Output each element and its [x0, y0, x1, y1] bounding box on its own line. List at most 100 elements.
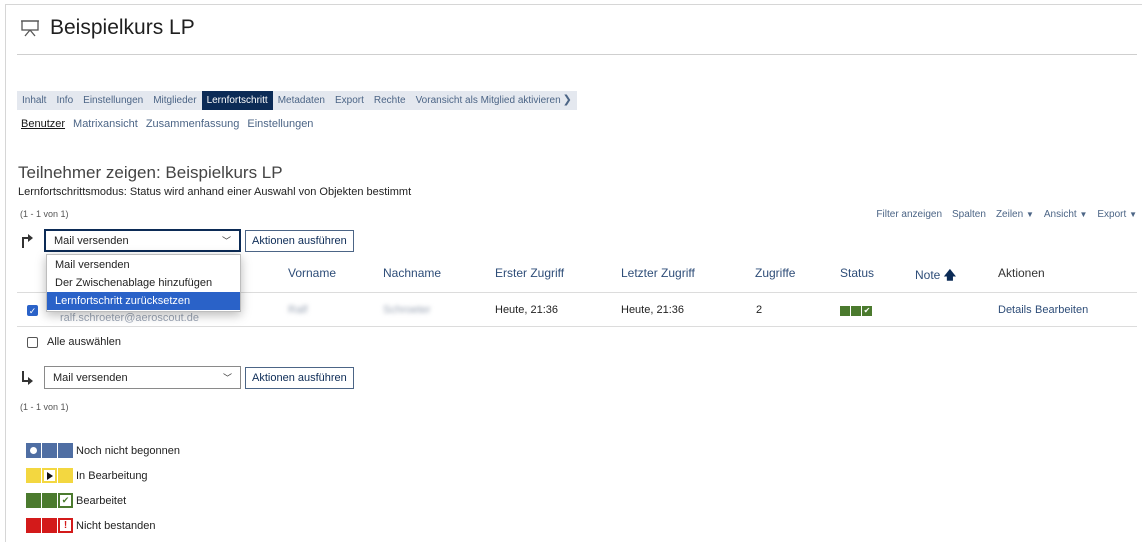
- section-subtitle: Lernfortschrittsmodus: Status wird anhan…: [18, 186, 412, 198]
- main-tabs: Inhalt Info Einstellungen Mitglieder Ler…: [17, 91, 577, 110]
- tab-export[interactable]: Export: [330, 91, 369, 110]
- execute-actions-button-top[interactable]: Aktionen ausführen: [245, 229, 354, 252]
- option-lernfortschritt-zuruecksetzen[interactable]: Lernfortschritt zurücksetzen: [47, 292, 240, 310]
- legend-square: [26, 493, 41, 508]
- action-dropdown-list: Mail versenden Der Zwischenablage hinzuf…: [46, 254, 241, 312]
- status-square: [840, 306, 850, 316]
- tab-mitglieder[interactable]: Mitglieder: [148, 91, 201, 110]
- export-menu-label: Export: [1097, 209, 1127, 220]
- presentation-board-icon: [21, 20, 39, 37]
- circle-icon: [30, 447, 37, 454]
- caret-down-icon: ▼: [1079, 210, 1088, 219]
- column-note[interactable]: Note 🡅: [915, 266, 956, 287]
- play-icon: [46, 471, 53, 480]
- tab-info[interactable]: Info: [51, 91, 78, 110]
- action-select-bottom[interactable]: Mail versenden ﹀: [44, 366, 241, 389]
- column-status[interactable]: Status: [840, 266, 874, 280]
- action-select-top[interactable]: Mail versenden ﹀: [44, 229, 241, 252]
- chevron-right-icon: ❯: [562, 94, 572, 106]
- columns-menu[interactable]: Spalten: [952, 209, 986, 220]
- legend-inner: [44, 470, 55, 481]
- filter-toggle[interactable]: Filter anzeigen: [876, 209, 942, 220]
- action-row-top: Mail versenden ﹀ Aktionen ausführen: [20, 229, 354, 252]
- select-all-checkbox[interactable]: [27, 337, 38, 348]
- row-vorname: Ralf: [288, 304, 308, 316]
- table-toolbar: Filter anzeigen Spalten Zeilen ▼ Ansicht…: [876, 209, 1137, 220]
- legend-square: [42, 493, 57, 508]
- tab-lernfortschritt[interactable]: Lernfortschritt: [201, 91, 273, 110]
- chevron-down-icon: ﹀: [221, 236, 231, 246]
- tab-metadaten[interactable]: Metadaten: [273, 91, 330, 110]
- row-edit-link[interactable]: Bearbeiten: [1035, 304, 1088, 316]
- legend-nicht-bestanden: ! Nicht bestanden: [26, 518, 156, 533]
- row-status-bearbeitet: ✔: [840, 306, 872, 316]
- column-nachname[interactable]: Nachname: [383, 266, 441, 280]
- legend-label: Bearbeitet: [76, 494, 127, 507]
- row-letzter-zugriff: Heute, 21:36: [621, 304, 684, 316]
- view-menu-label: Ansicht: [1043, 209, 1077, 220]
- export-menu[interactable]: Export ▼: [1097, 209, 1137, 220]
- rows-menu-label: Zeilen: [995, 209, 1024, 220]
- legend-bearbeitet: ✔ Bearbeitet: [26, 493, 126, 508]
- subtab-einstellungen[interactable]: Einstellungen: [247, 118, 313, 130]
- arrow-up-icon: 🡅: [943, 268, 957, 282]
- arrow-turn-up-right-icon: [22, 233, 33, 248]
- row-login: ralf.schroeter@aeroscout.de: [60, 312, 199, 324]
- column-aktionen: Aktionen: [998, 266, 1045, 280]
- legend-square: [58, 443, 73, 458]
- caret-down-icon: ▼: [1129, 210, 1137, 219]
- check-icon: ✔: [60, 495, 71, 506]
- column-vorname[interactable]: Vorname: [288, 266, 336, 280]
- range-indicator-bottom: (1 - 1 von 1): [20, 402, 69, 412]
- subtab-benutzer[interactable]: Benutzer: [21, 118, 65, 130]
- column-zugriffe[interactable]: Zugriffe: [755, 266, 795, 280]
- view-menu[interactable]: Ansicht ▼: [1044, 209, 1088, 220]
- sub-tabs: Benutzer Matrixansicht Zusammenfassung E…: [21, 118, 313, 130]
- row-erster-zugriff: Heute, 21:36: [495, 304, 558, 316]
- subtab-matrixansicht[interactable]: Matrixansicht: [73, 118, 138, 130]
- check-icon: ✔: [862, 306, 872, 316]
- legend-square: [42, 468, 57, 483]
- header-divider: [17, 54, 1137, 55]
- page-title: Beispielkurs LP: [50, 16, 195, 39]
- subtab-zusammenfassung[interactable]: Zusammenfassung: [146, 118, 240, 130]
- action-row-bottom: Mail versenden ﹀ Aktionen ausführen: [20, 366, 354, 389]
- action-select-top-value: Mail versenden: [54, 234, 129, 247]
- tab-voransicht[interactable]: Voransicht als Mitglied aktivieren ❯: [411, 91, 577, 110]
- caret-down-icon: ▼: [1025, 210, 1034, 219]
- column-letzter-zugriff[interactable]: Letzter Zugriff: [621, 266, 695, 280]
- legend-noch-nicht-begonnen: Noch nicht begonnen: [26, 443, 180, 458]
- exclamation-icon: !: [60, 520, 71, 531]
- execute-actions-button-bottom[interactable]: Aktionen ausführen: [245, 366, 354, 389]
- legend-square: [26, 518, 41, 533]
- tab-voransicht-label: Voransicht als Mitglied aktivieren: [415, 95, 561, 106]
- legend-label: In Bearbeitung: [76, 469, 148, 482]
- action-select-bottom-value: Mail versenden: [53, 371, 128, 384]
- option-zwischenablage[interactable]: Der Zwischenablage hinzufügen: [47, 274, 240, 292]
- option-mail-versenden[interactable]: Mail versenden: [47, 256, 240, 274]
- row-nachname: Schroeter: [383, 304, 431, 316]
- select-all-label: Alle auswählen: [47, 336, 121, 348]
- legend-square: ✔: [58, 493, 73, 508]
- chevron-down-icon: ﹀: [222, 373, 232, 383]
- legend-square: !: [58, 518, 73, 533]
- tab-rechte[interactable]: Rechte: [369, 91, 411, 110]
- column-note-label: Note: [915, 268, 941, 282]
- page-header: Beispielkurs LP: [20, 16, 195, 40]
- row-zugriffe: 2: [756, 304, 763, 316]
- column-erster-zugriff[interactable]: Erster Zugriff: [495, 266, 564, 280]
- tab-inhalt[interactable]: Inhalt: [17, 91, 51, 110]
- legend-square: [26, 468, 41, 483]
- legend-square: [26, 443, 41, 458]
- row-divider-bottom: [17, 326, 1137, 327]
- range-indicator-top: (1 - 1 von 1): [20, 209, 69, 219]
- tab-einstellungen[interactable]: Einstellungen: [78, 91, 148, 110]
- legend-square: [42, 518, 57, 533]
- frame-top-border: [5, 4, 1142, 5]
- legend-in-bearbeitung: In Bearbeitung: [26, 468, 148, 483]
- row-details-link[interactable]: Details: [998, 304, 1032, 316]
- section-title: Teilnehmer zeigen: Beispielkurs LP: [18, 163, 283, 182]
- row-checkbox[interactable]: ✓: [27, 305, 38, 316]
- status-square: [851, 306, 861, 316]
- rows-menu[interactable]: Zeilen ▼: [996, 209, 1034, 220]
